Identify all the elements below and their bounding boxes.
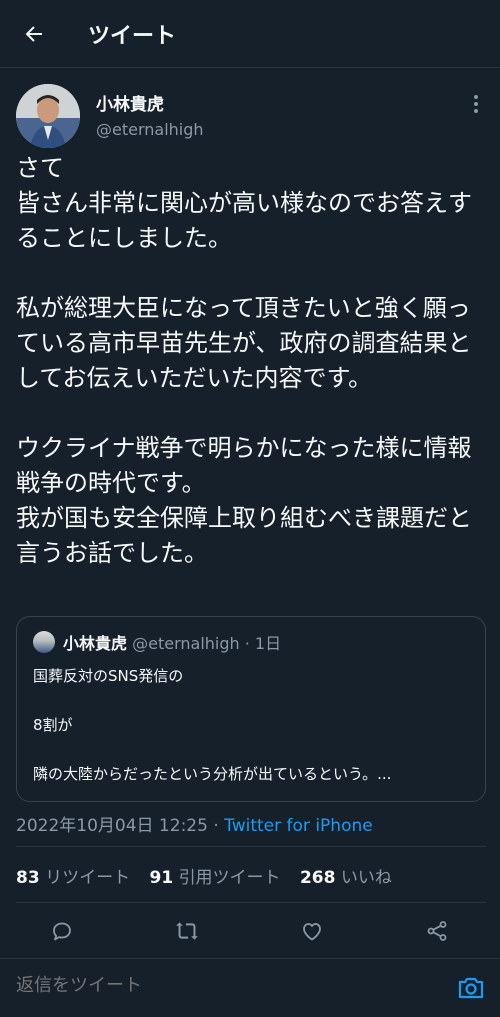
- like-icon: [303, 923, 321, 941]
- back-button[interactable]: [20, 20, 48, 48]
- meta-separator: ·: [207, 816, 225, 836]
- likes-label: いいね: [340, 868, 392, 888]
- quote-body: 国葬反対のSNS発信の 8割が 隣の大陸からだったという分析が出ているという。.…: [33, 667, 473, 814]
- quote-separator: ·: [239, 634, 255, 653]
- share-button[interactable]: [424, 918, 450, 944]
- retweets-stat[interactable]: 83 リツイート: [16, 868, 144, 888]
- tweet-text: さて 皆さん非常に関心が高い様なのでお答えすることにしました。 私が総理大臣にな…: [16, 154, 472, 567]
- arrow-left-icon: [25, 26, 42, 42]
- tweet-timestamp[interactable]: 2022年10月04日 12:25: [16, 816, 208, 836]
- engagement-stats: 83 リツイート 91 引用ツイート 268 いいね: [16, 863, 406, 888]
- quote-line: 国葬反対のSNS発信の: [33, 667, 184, 685]
- retweets-label: リツイート: [45, 868, 131, 888]
- quote-avatar: [33, 631, 55, 653]
- likes-count: 268: [299, 868, 336, 888]
- reply-input[interactable]: [16, 975, 416, 996]
- share-icon: [427, 921, 447, 941]
- reply-button[interactable]: [49, 918, 75, 944]
- quote-time: 1日: [254, 634, 282, 653]
- quoted-tweet[interactable]: 小林貴虎 @eternalhigh · 1日 国葬反対のSNS発信の 8割が 隣…: [16, 616, 486, 802]
- top-bar: ツイート: [0, 0, 500, 68]
- quotes-label: 引用ツイート: [178, 868, 281, 888]
- quote-line: 隣の大陸からだったという分析が出ているという。...: [33, 765, 392, 783]
- quote-line: 8割が: [33, 716, 73, 734]
- camera-icon: [458, 977, 484, 999]
- quotes-stat[interactable]: 91 引用ツイート: [149, 868, 294, 888]
- more-vertical-icon: [474, 95, 478, 113]
- quote-header: 小林貴虎 @eternalhigh · 1日: [63, 630, 281, 654]
- avatar[interactable]: [16, 84, 80, 148]
- divider: [16, 902, 486, 903]
- more-options-button[interactable]: [466, 92, 486, 116]
- reply-icon: [53, 922, 71, 941]
- like-button[interactable]: [299, 918, 325, 944]
- quote-handle: @eternalhigh: [132, 634, 240, 653]
- author-display-name[interactable]: 小林貴虎: [96, 90, 164, 115]
- divider: [16, 846, 486, 847]
- author-handle[interactable]: @eternalhigh: [96, 120, 204, 139]
- tweet-source-link[interactable]: Twitter for iPhone: [224, 816, 373, 836]
- likes-stat[interactable]: 268 いいね: [300, 868, 406, 888]
- retweets-count: 83: [16, 868, 40, 888]
- retweet-icon: [176, 922, 198, 940]
- reply-bar: [0, 958, 500, 1017]
- action-bar: [0, 912, 500, 952]
- avatar-photo: [16, 84, 80, 148]
- page-title: ツイート: [88, 24, 177, 49]
- quotes-count: 91: [149, 868, 174, 888]
- tweet-meta: 2022年10月04日 12:25 · Twitter for iPhone: [16, 811, 373, 836]
- camera-button[interactable]: [456, 973, 486, 1003]
- retweet-button[interactable]: [174, 918, 200, 944]
- quote-display-name: 小林貴虎: [63, 634, 128, 653]
